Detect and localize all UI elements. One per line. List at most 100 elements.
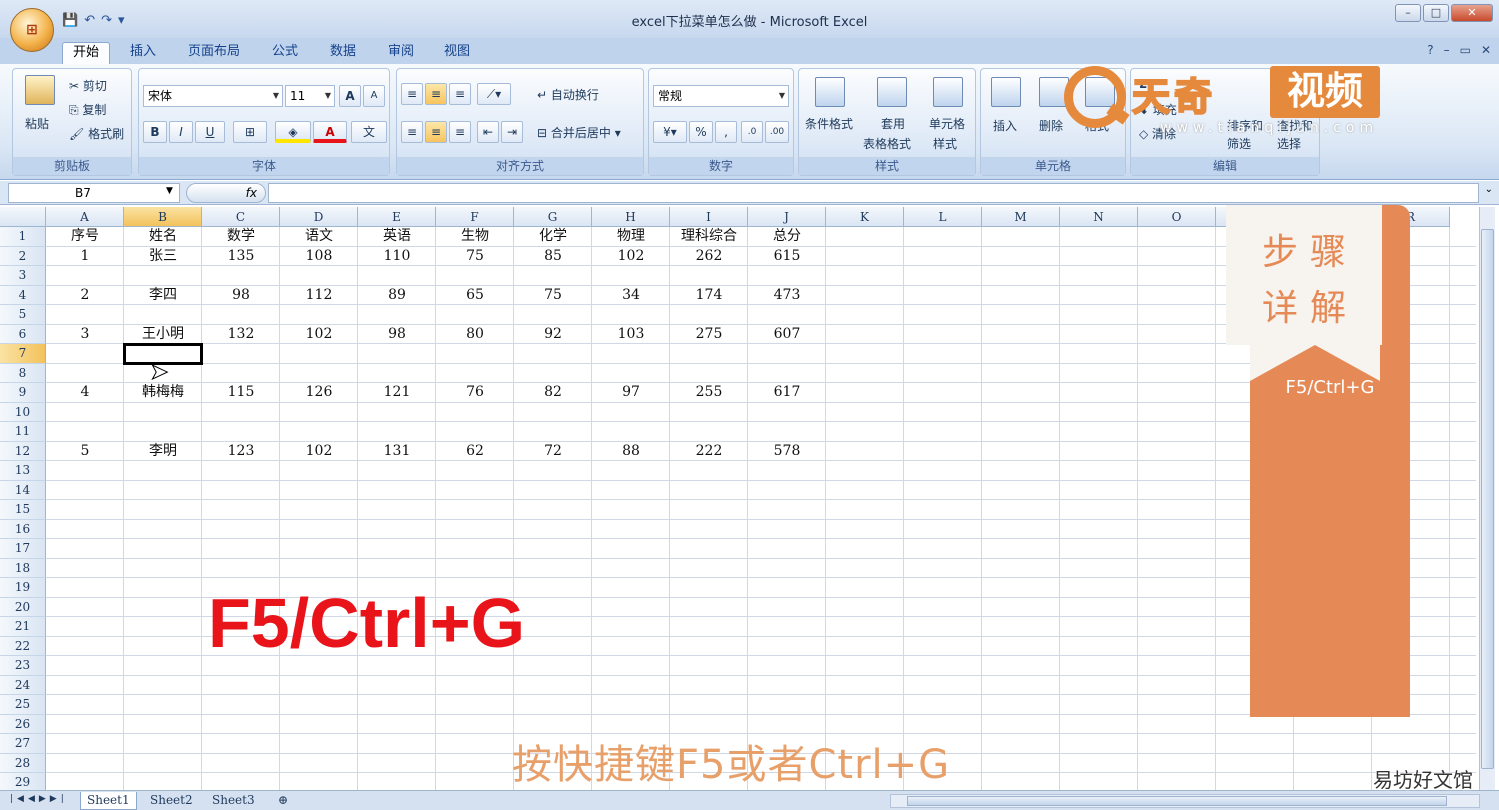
sheet-tab-2[interactable]: Sheet2 <box>144 792 199 810</box>
align-middle-button[interactable]: ≡ <box>425 83 447 105</box>
number-format-select[interactable]: 常规 ▼ <box>653 85 789 107</box>
cell-c1[interactable]: 数学 <box>202 227 280 246</box>
cell-i6[interactable]: 275 <box>670 325 748 344</box>
cell-h2[interactable]: 102 <box>592 247 670 266</box>
cell-b4[interactable]: 李四 <box>124 286 202 305</box>
fill-color-button[interactable]: ◈ <box>275 121 311 143</box>
row-header-9[interactable]: 9 <box>0 383 46 403</box>
row-header-8[interactable]: 8 <box>0 363 46 383</box>
row-header-12[interactable]: 12 <box>0 441 46 461</box>
cut-button[interactable]: ✂ 剪切 <box>69 77 107 94</box>
cell-b6[interactable]: 王小明 <box>124 325 202 344</box>
percent-button[interactable]: % <box>689 121 713 143</box>
chevron-down-icon[interactable]: ▼ <box>166 186 173 196</box>
minimize-button[interactable]: – <box>1395 4 1421 22</box>
cell-f12[interactable]: 62 <box>436 442 514 461</box>
cell-styles-button-line1[interactable]: 单元格 <box>929 115 965 132</box>
row-header-26[interactable]: 26 <box>0 714 46 734</box>
row-header-17[interactable]: 17 <box>0 539 46 559</box>
sheet-tab-3[interactable]: Sheet3 <box>206 792 261 810</box>
row-header-11[interactable]: 11 <box>0 422 46 442</box>
border-button[interactable]: ⊞ <box>233 121 267 143</box>
font-color-button[interactable]: A <box>313 121 347 143</box>
help-icon[interactable]: ? <box>1427 43 1433 57</box>
name-box[interactable]: B7 <box>8 183 180 203</box>
cell-g12[interactable]: 72 <box>514 442 592 461</box>
cell-g9[interactable]: 82 <box>514 383 592 402</box>
cell-a6[interactable]: 3 <box>46 325 124 344</box>
align-top-button[interactable]: ≡ <box>401 83 423 105</box>
column-header-n[interactable]: N <box>1060 207 1138 227</box>
tab-data[interactable]: 数据 <box>320 42 366 64</box>
find-select-button-line2[interactable]: 选择 <box>1277 135 1301 152</box>
ribbon-restore-icon[interactable]: ▭ <box>1460 43 1471 57</box>
comma-button[interactable]: , <box>715 121 737 143</box>
merge-center-button[interactable]: ⊟ 合并后居中 ▾ <box>537 124 621 141</box>
cell-g2[interactable]: 85 <box>514 247 592 266</box>
column-header-o[interactable]: O <box>1138 207 1216 227</box>
cell-h12[interactable]: 88 <box>592 442 670 461</box>
sheet-nav-arrows[interactable]: |◀◀▶▶| <box>10 794 68 804</box>
insert-cells-button[interactable]: 插入 <box>993 117 1017 134</box>
tab-insert[interactable]: 插入 <box>120 42 166 64</box>
cell-j1[interactable]: 总分 <box>748 227 826 246</box>
cell-b9[interactable]: 韩梅梅 <box>124 383 202 402</box>
tab-review[interactable]: 审阅 <box>378 42 424 64</box>
cell-d2[interactable]: 108 <box>280 247 358 266</box>
conditional-format-icon[interactable] <box>815 77 845 107</box>
row-header-23[interactable]: 23 <box>0 656 46 676</box>
cell-a1[interactable]: 序号 <box>46 227 124 246</box>
italic-button[interactable]: I <box>169 121 193 143</box>
cell-i12[interactable]: 222 <box>670 442 748 461</box>
row-header-14[interactable]: 14 <box>0 480 46 500</box>
maximize-button[interactable]: □ <box>1423 4 1449 22</box>
expand-formula-icon[interactable]: ⌄ <box>1485 184 1493 195</box>
tab-home[interactable]: 开始 <box>62 42 111 64</box>
cell-g6[interactable]: 92 <box>514 325 592 344</box>
row-header-20[interactable]: 20 <box>0 597 46 617</box>
cell-f6[interactable]: 80 <box>436 325 514 344</box>
row-header-3[interactable]: 3 <box>0 266 46 286</box>
ribbon-close-icon[interactable]: ✕ <box>1481 43 1491 57</box>
cell-j6[interactable]: 607 <box>748 325 826 344</box>
tab-view[interactable]: 视图 <box>434 42 480 64</box>
cell-c9[interactable]: 115 <box>202 383 280 402</box>
cell-d1[interactable]: 语文 <box>280 227 358 246</box>
cell-g4[interactable]: 75 <box>514 286 592 305</box>
cell-styles-button-line2[interactable]: 样式 <box>933 135 957 152</box>
row-header-13[interactable]: 13 <box>0 461 46 481</box>
column-header-b[interactable]: B <box>124 207 202 227</box>
cell-a2[interactable]: 1 <box>46 247 124 266</box>
wrap-text-button[interactable]: ↵ 自动换行 <box>537 86 599 103</box>
format-painter-button[interactable]: 🖌 格式刷 <box>69 125 124 142</box>
cell-a4[interactable]: 2 <box>46 286 124 305</box>
column-header-c[interactable]: C <box>202 207 280 227</box>
table-format-button-line1[interactable]: 套用 <box>881 115 905 132</box>
column-header-g[interactable]: G <box>514 207 592 227</box>
cell-g1[interactable]: 化学 <box>514 227 592 246</box>
underline-button[interactable]: U <box>195 121 225 143</box>
row-header-21[interactable]: 21 <box>0 617 46 637</box>
cell-d9[interactable]: 126 <box>280 383 358 402</box>
cell-f9[interactable]: 76 <box>436 383 514 402</box>
currency-button[interactable]: ¥▾ <box>653 121 687 143</box>
bold-button[interactable]: B <box>143 121 167 143</box>
cell-i1[interactable]: 理科综合 <box>670 227 748 246</box>
cell-j4[interactable]: 473 <box>748 286 826 305</box>
row-header-15[interactable]: 15 <box>0 500 46 520</box>
cell-b12[interactable]: 李明 <box>124 442 202 461</box>
cell-j9[interactable]: 617 <box>748 383 826 402</box>
row-header-2[interactable]: 2 <box>0 246 46 266</box>
cell-f4[interactable]: 65 <box>436 286 514 305</box>
ribbon-minimize-icon[interactable]: – <box>1444 43 1450 57</box>
row-header-25[interactable]: 25 <box>0 695 46 715</box>
row-header-18[interactable]: 18 <box>0 558 46 578</box>
phonetic-button[interactable]: 文 <box>351 121 387 143</box>
row-header-16[interactable]: 16 <box>0 519 46 539</box>
row-header-7[interactable]: 7 <box>0 344 46 364</box>
row-header-19[interactable]: 19 <box>0 578 46 598</box>
row-header-22[interactable]: 22 <box>0 636 46 656</box>
column-header-j[interactable]: J <box>748 207 826 227</box>
table-format-button-line2[interactable]: 表格格式 <box>863 135 911 152</box>
new-sheet-icon[interactable]: ⊕ <box>272 792 294 810</box>
